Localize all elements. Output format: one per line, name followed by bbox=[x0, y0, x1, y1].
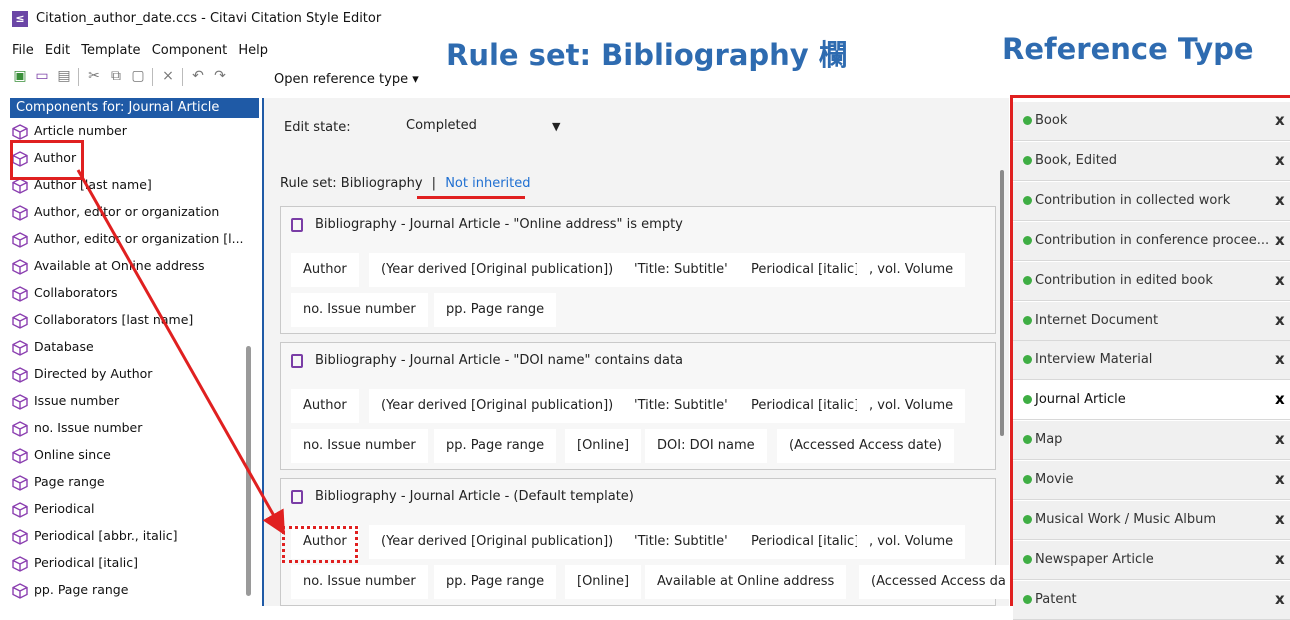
annotation-arrow bbox=[76, 169, 285, 536]
